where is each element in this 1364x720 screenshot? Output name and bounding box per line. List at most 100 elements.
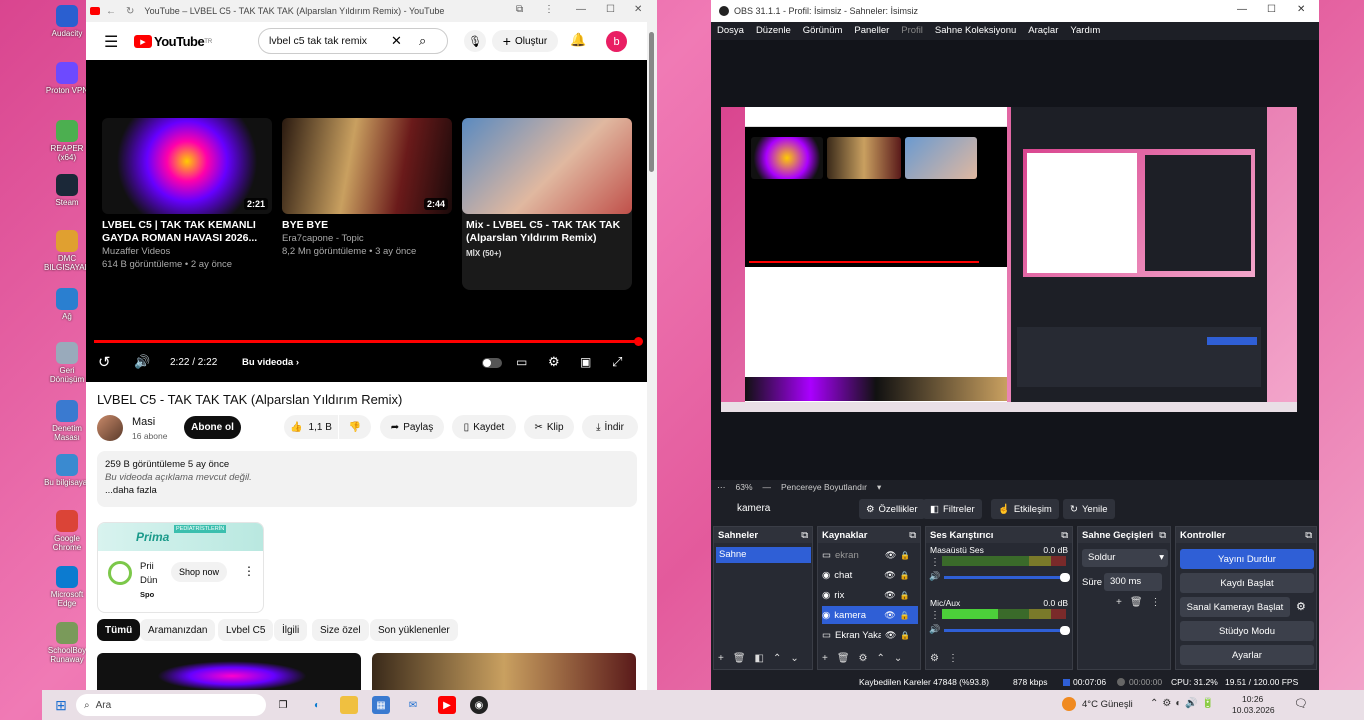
obs-menu-item[interactable]: Araçlar xyxy=(1028,25,1058,36)
source-item[interactable]: ◉ chat 👁 🔒 xyxy=(822,566,918,584)
voice-search-icon[interactable]: 🎙 xyxy=(464,30,486,52)
filter-chip[interactable]: İlgili xyxy=(274,619,308,641)
move-up-icon[interactable]: ⌃ xyxy=(773,653,781,664)
download-button[interactable]: ⤓ İndir xyxy=(582,415,638,439)
weather-text[interactable]: 4°C Güneşli xyxy=(1082,699,1133,710)
undock-icon[interactable]: ⧉ xyxy=(909,530,916,541)
subtitles-icon[interactable]: ▭ xyxy=(516,355,527,369)
show-more-link[interactable]: ...daha fazla xyxy=(105,484,629,497)
dislike-button[interactable]: 👎 xyxy=(339,415,371,439)
fit-window-select[interactable]: Pencereye Boyutlandır xyxy=(781,482,867,492)
search-box[interactable]: lvbel c5 tak tak remix ✕ ⌕ xyxy=(258,28,448,54)
video-card-title[interactable]: Mix - LVBEL C5 - TAK TAK TAK (Alparslan … xyxy=(462,219,632,245)
ad-banner[interactable]: Prima PEDİATRİSTLERİN xyxy=(98,523,263,551)
task-view-icon[interactable]: ❐ xyxy=(274,696,292,714)
mixer-menu-icon[interactable]: ⋮ xyxy=(948,653,958,664)
desktop-icon[interactable]: Bu bilgisayar xyxy=(44,454,90,487)
video-card-title[interactable]: LVBEL C5 | TAK TAK KEMANLI GAYDA ROMAN H… xyxy=(102,219,272,245)
desktop-icon[interactable]: Audacity xyxy=(44,5,90,38)
taskbar-search[interactable]: ⌕ Ara xyxy=(76,694,266,716)
maximize-icon[interactable]: ☐ xyxy=(606,4,615,15)
visibility-eye-icon[interactable]: 👁 xyxy=(884,570,895,581)
subscribe-button[interactable]: Abone ol xyxy=(184,416,241,439)
video-card-channel[interactable]: Era7capone - Topic xyxy=(282,232,452,245)
source-item[interactable]: ▭ Ekran Yaka 👁 🔒 xyxy=(822,626,918,644)
filter-chip[interactable]: Size özel xyxy=(312,619,369,641)
mail-icon[interactable]: ✉ xyxy=(404,696,422,714)
minimize-icon[interactable]: — xyxy=(576,4,586,15)
remove-transition-icon[interactable]: 🗑 xyxy=(1130,597,1143,608)
desktop-icon[interactable]: REAPER (x64) xyxy=(44,120,90,162)
obs-menu-item[interactable]: Profil xyxy=(901,25,923,36)
video-thumbnail[interactable] xyxy=(462,118,632,214)
transition-menu-icon[interactable]: ⋮ xyxy=(1151,597,1161,608)
add-transition-icon[interactable]: + xyxy=(1116,597,1122,608)
desktop-icon[interactable]: Denetim Masası xyxy=(44,400,90,442)
desktop-icon[interactable]: Proton VPN xyxy=(44,62,90,95)
remove-scene-icon[interactable]: 🗑 xyxy=(733,653,746,664)
undock-icon[interactable]: ⧉ xyxy=(1061,530,1068,541)
youtube-logo[interactable]: ▶ YouTube TR xyxy=(134,34,212,49)
transition-select[interactable]: Soldur ▾ xyxy=(1082,549,1168,567)
video-card-title[interactable]: BYE BYE xyxy=(282,219,452,232)
theater-mode-icon[interactable]: ▣ xyxy=(580,355,591,369)
desktop-icon[interactable]: Steam xyxy=(44,174,90,207)
speaker-icon[interactable]: 🔊 xyxy=(929,624,940,635)
source-item[interactable]: ◉ rix 👁 🔒 xyxy=(822,586,918,604)
like-button[interactable]: 👍 1,1 B xyxy=(284,415,338,439)
start-windows-icon[interactable]: ⊞ xyxy=(52,696,70,714)
speaker-icon[interactable]: 🔊 xyxy=(929,571,940,582)
avatar[interactable]: b xyxy=(606,31,627,52)
close-icon[interactable]: ✕ xyxy=(634,4,642,15)
filter-chip[interactable]: Son yüklenenler xyxy=(370,619,458,641)
video-thumbnail[interactable]: 2:21 xyxy=(102,118,272,214)
clear-search-icon[interactable]: ✕ xyxy=(391,33,402,49)
recommended-video-card[interactable]: 2:21 LVBEL C5 | TAK TAK KEMANLI GAYDA ROM… xyxy=(102,118,272,271)
mixer-settings-gear-icon[interactable]: ⚙ xyxy=(930,653,939,664)
store-icon[interactable]: ▦ xyxy=(372,696,390,714)
obs-menu-item[interactable]: Görünüm xyxy=(803,25,843,36)
desktop-icon[interactable]: Ağ xyxy=(44,288,90,321)
shop-now-button[interactable]: Shop now xyxy=(171,562,227,582)
scene-filter-icon[interactable]: ◧ xyxy=(755,653,764,664)
desktop-icon[interactable]: DMC BILGISAYAR xyxy=(44,230,90,272)
visibility-eye-icon[interactable]: 👁 xyxy=(884,610,895,621)
obs-menu-item[interactable]: Paneller xyxy=(854,25,889,36)
video-preview-right[interactable] xyxy=(372,653,636,690)
lock-icon[interactable]: 🔒 xyxy=(900,551,910,560)
mixer-menu-icon[interactable]: ⋮ xyxy=(930,557,940,568)
channel-avatar[interactable] xyxy=(97,415,123,441)
virtual-camera-settings-gear-icon[interactable]: ⚙ xyxy=(1296,600,1306,613)
lock-icon[interactable]: 🔒 xyxy=(900,591,910,600)
volume-slider-handle[interactable] xyxy=(1060,626,1070,635)
search-input[interactable]: lvbel c5 tak tak remix xyxy=(269,35,367,47)
file-explorer-icon[interactable] xyxy=(340,696,358,714)
volume-icon[interactable]: 🔊 xyxy=(134,354,150,370)
clock-date[interactable]: 10.03.2026 xyxy=(1232,705,1275,715)
clip-button[interactable]: ✂ Klip xyxy=(524,415,574,439)
filter-chip[interactable]: Lvbel C5 xyxy=(218,619,274,641)
move-down-icon[interactable]: ⌄ xyxy=(790,653,798,664)
description-box[interactable]: 259 B görüntüleme 5 ay önce Bu videoda a… xyxy=(97,451,637,507)
save-button[interactable]: ▯ Kaydet xyxy=(452,415,516,439)
lock-icon[interactable]: 🔒 xyxy=(900,571,910,580)
obs-menu-item[interactable]: Sahne Koleksiyonu xyxy=(935,25,1016,36)
ad-card[interactable]: Prima PEDİATRİSTLERİN Prii Dün Spo Shop … xyxy=(97,522,264,613)
duration-input[interactable]: 300 ms xyxy=(1104,573,1162,591)
search-icon[interactable]: ⌕ xyxy=(419,33,426,49)
video-card-channel[interactable]: Muzaffer Videos xyxy=(102,245,272,258)
share-button[interactable]: ➦ Paylaş xyxy=(380,415,444,439)
obs-preview[interactable] xyxy=(711,40,1319,480)
settings-button[interactable]: Ayarlar xyxy=(1180,645,1314,665)
tray-icons[interactable]: ⌃⚙◐🔊🔋 xyxy=(1150,698,1218,709)
notifications-bell-icon[interactable]: 🔔 xyxy=(570,32,586,48)
move-up-icon[interactable]: ⌃ xyxy=(877,653,885,664)
recommended-video-card[interactable]: Mix - LVBEL C5 - TAK TAK TAK (Alparslan … xyxy=(462,118,632,290)
lock-icon[interactable]: 🔒 xyxy=(900,631,910,640)
obs-menu-item[interactable]: Düzenle xyxy=(756,25,791,36)
filter-chip[interactable]: Tümü xyxy=(97,619,141,641)
obs-menu-item[interactable]: Yardım xyxy=(1070,25,1100,36)
volume-slider-handle[interactable] xyxy=(1060,573,1070,582)
lock-icon[interactable]: 🔒 xyxy=(900,611,910,620)
desktop-icon[interactable]: SchoolBoy Runaway xyxy=(44,622,90,664)
